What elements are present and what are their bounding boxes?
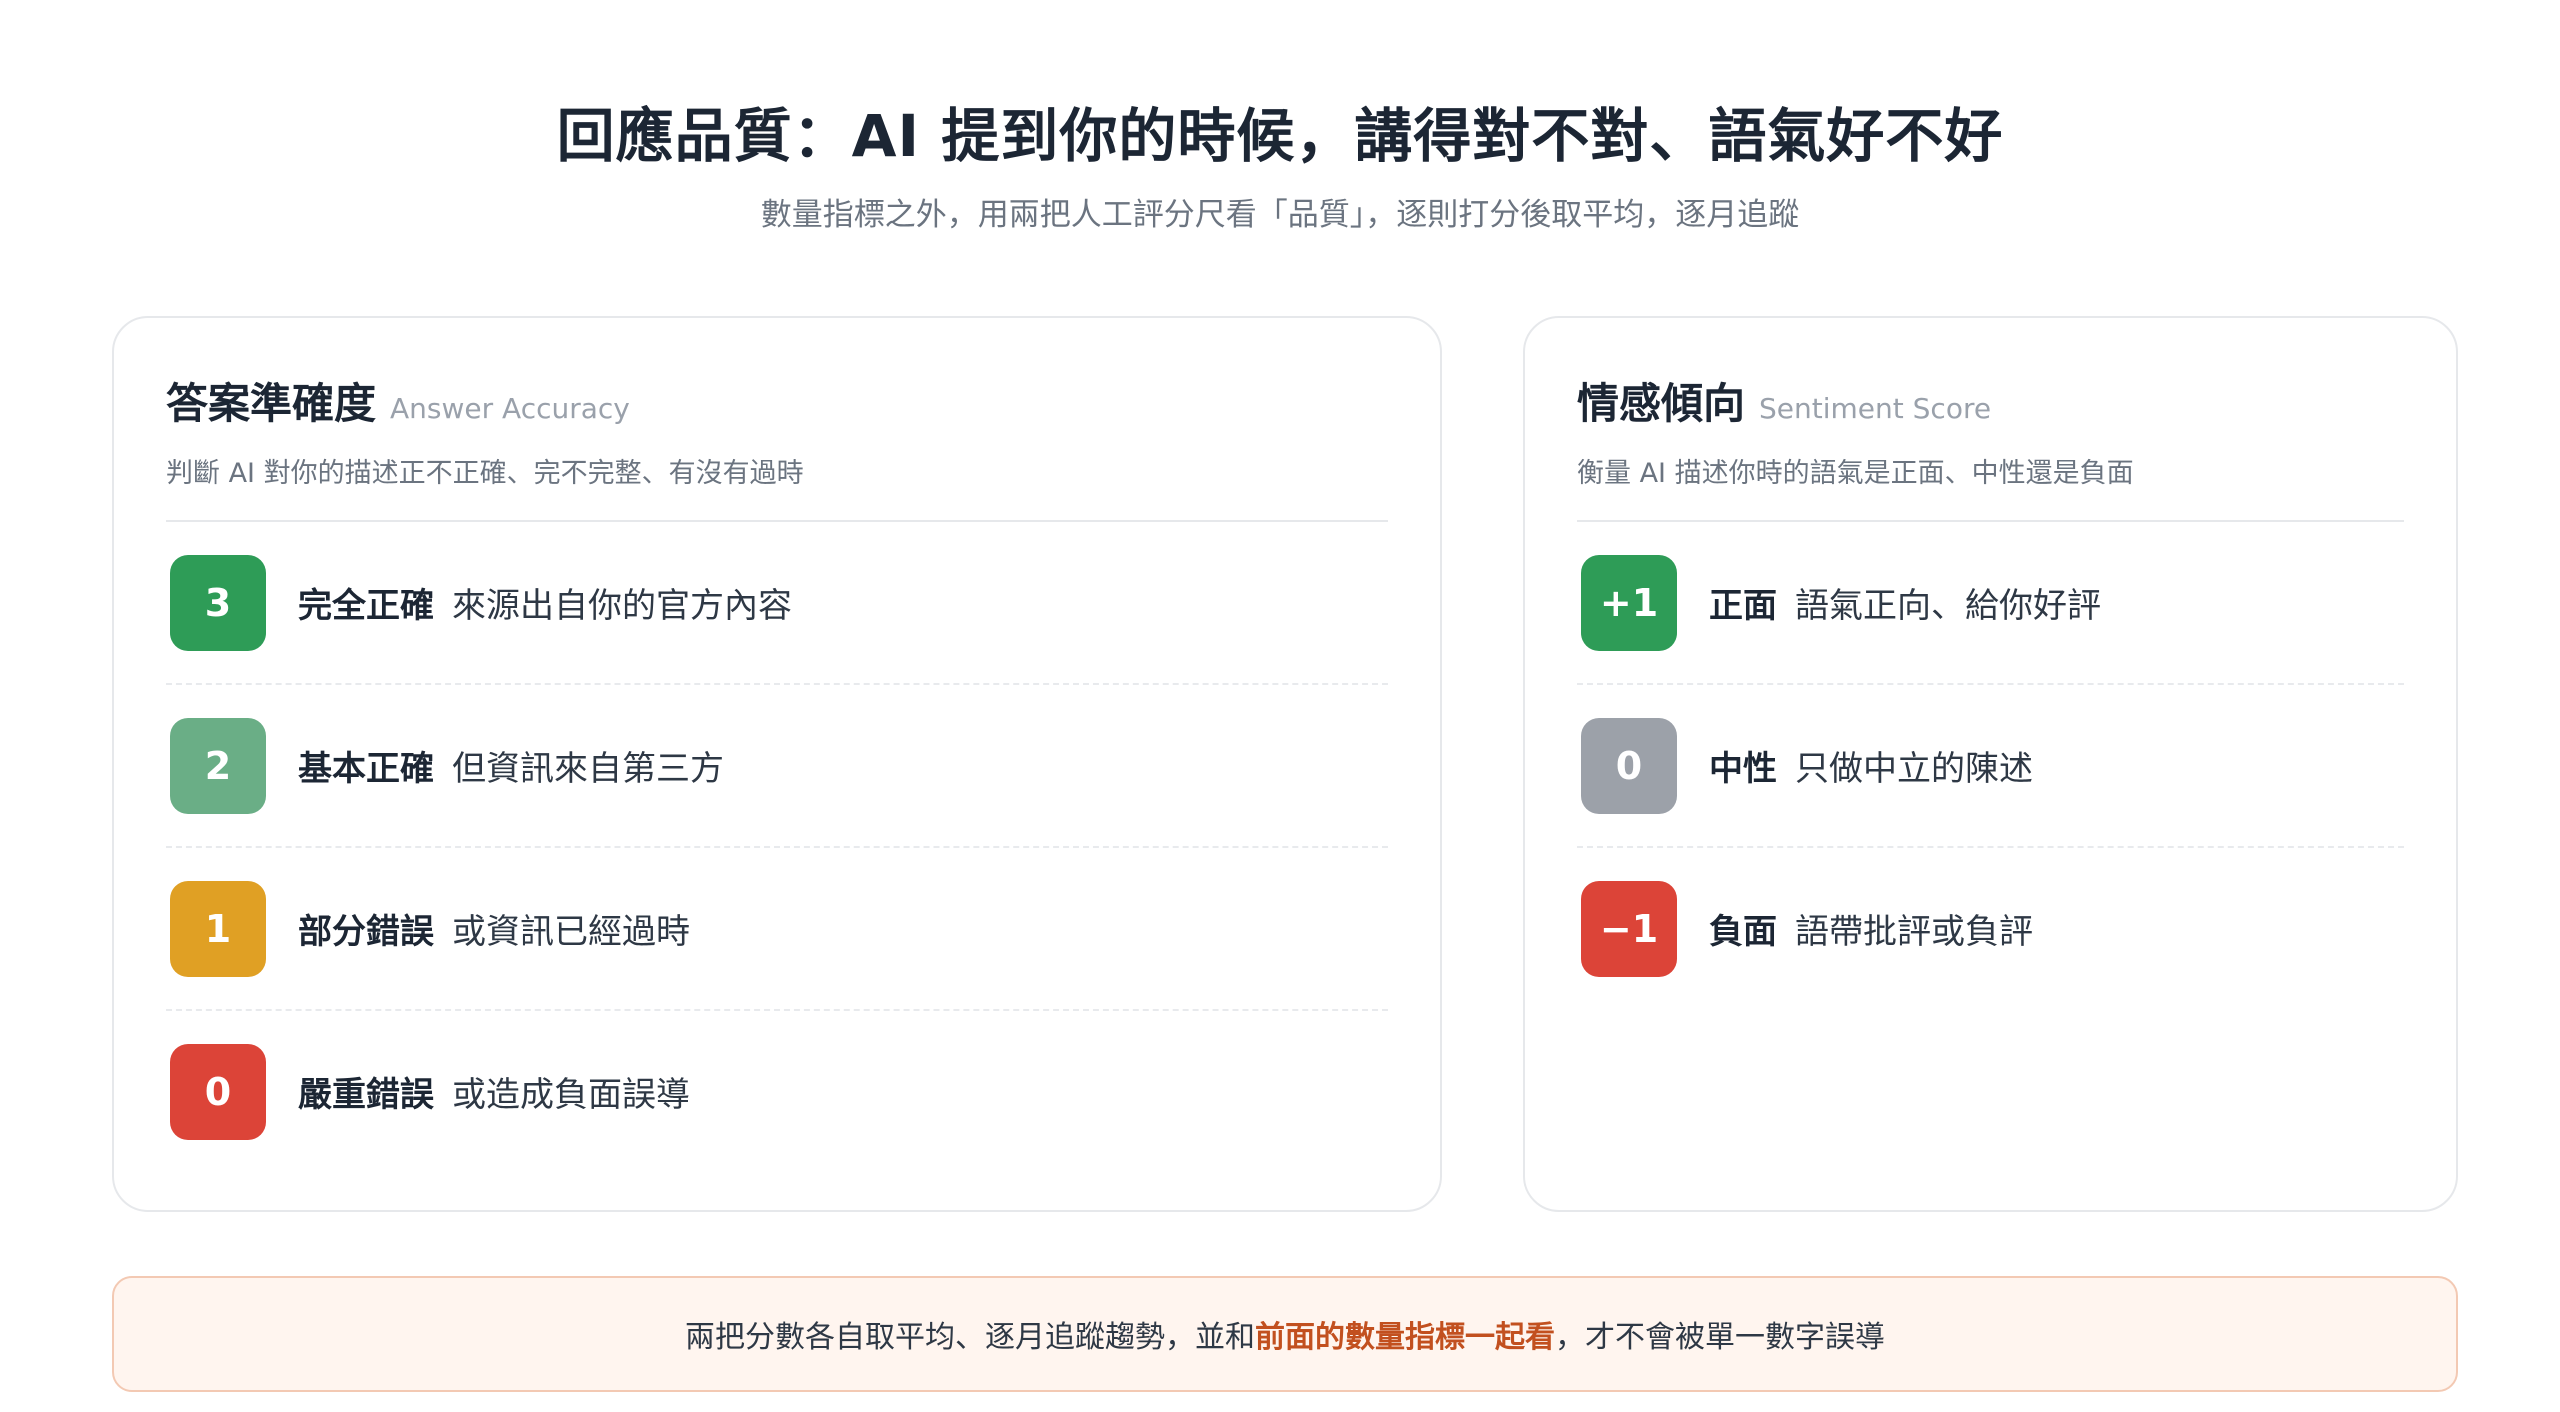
accuracy-card-description: 判斷 AI 對你的描述正不正確、完不完整、有沒有過時 [166, 451, 1388, 522]
page-subtitle: 數量指標之外，用兩把人工評分尺看「品質」，逐則打分後取平均，逐月追蹤 [760, 196, 1800, 233]
score-label: 基本正確 [298, 749, 434, 789]
page-title: 回應品質：AI 提到你的時候，講得對不對、語氣好不好 [556, 102, 2004, 170]
sentiment-score-row: +1 正面 語氣正向、給你好評 [1577, 522, 2404, 685]
sentiment-card-description: 衡量 AI 描述你時的語氣是正面、中性還是負面 [1577, 451, 2404, 522]
accuracy-score-row: 3 完全正確 來源出自你的官方內容 [166, 522, 1388, 685]
sentiment-card-title: 情感傾向 [1577, 379, 1746, 428]
accuracy-card-title-en: Answer Accuracy [390, 392, 630, 425]
accuracy-score-row: 1 部分錯誤 或資訊已經過時 [166, 848, 1388, 1011]
footer-note: 兩把分數各自取平均、逐月追蹤趨勢，並和 前面的數量指標一起看 ，才不會被單一數字誤導 [112, 1276, 2458, 1392]
page-header: 回應品質：AI 提到你的時候，講得對不對、語氣好不好 數量指標之外，用兩把人工評… [0, 100, 2560, 235]
score-label: 部分錯誤 [298, 912, 434, 952]
footer-text-before: 兩把分數各自取平均、逐月追蹤趨勢，並和 [685, 1320, 1255, 1355]
score-badge-neutral: 0 [1581, 717, 1677, 814]
accuracy-score-list: 3 完全正確 來源出自你的官方內容 2 基本正確 但資訊來自第三方 1 部分錯誤… [166, 522, 1388, 1172]
sentiment-card-title-en: Sentiment Score [1759, 392, 1992, 425]
accuracy-score-row: 0 嚴重錯誤 或造成負面誤導 [166, 1011, 1388, 1172]
score-label: 嚴重錯誤 [298, 1075, 434, 1115]
sentiment-card-heading: 情感傾向 Sentiment Score [1577, 370, 2404, 431]
score-description: 只做中立的陳述 [1795, 749, 2033, 789]
score-badge-2: 2 [170, 717, 266, 814]
sentiment-score-row: 0 中性 只做中立的陳述 [1577, 685, 2404, 848]
score-badge-3: 3 [170, 554, 266, 651]
score-label: 完全正確 [298, 586, 434, 626]
score-description: 來源出自你的官方內容 [452, 586, 792, 626]
answer-accuracy-card: 答案準確度 Answer Accuracy 判斷 AI 對你的描述正不正確、完不… [112, 316, 1442, 1212]
score-label: 正面 [1709, 586, 1777, 626]
score-badge-0: 0 [170, 1043, 266, 1140]
score-label: 中性 [1709, 749, 1777, 789]
score-description: 或資訊已經過時 [452, 912, 690, 952]
score-label: 負面 [1709, 912, 1777, 952]
score-description: 或造成負面誤導 [452, 1075, 690, 1115]
accuracy-score-row: 2 基本正確 但資訊來自第三方 [166, 685, 1388, 848]
footer-text-after: ，才不會被單一數字誤導 [1555, 1320, 1885, 1355]
score-badge-1: 1 [170, 880, 266, 977]
accuracy-card-title: 答案準確度 [166, 379, 377, 428]
sentiment-score-row: −1 負面 語帶批評或負評 [1577, 848, 2404, 1009]
score-badge-negative: −1 [1581, 880, 1677, 977]
score-description: 但資訊來自第三方 [452, 749, 724, 789]
score-badge-positive: +1 [1581, 554, 1677, 651]
footer-highlight: 前面的數量指標一起看 [1255, 1320, 1555, 1355]
score-description: 語氣正向、給你好評 [1795, 586, 2101, 626]
sentiment-score-card: 情感傾向 Sentiment Score 衡量 AI 描述你時的語氣是正面、中性… [1523, 316, 2458, 1212]
accuracy-card-heading: 答案準確度 Answer Accuracy [166, 370, 1388, 431]
score-description: 語帶批評或負評 [1795, 912, 2033, 952]
sentiment-score-list: +1 正面 語氣正向、給你好評 0 中性 只做中立的陳述 −1 負面 語帶批評或… [1577, 522, 2404, 1009]
